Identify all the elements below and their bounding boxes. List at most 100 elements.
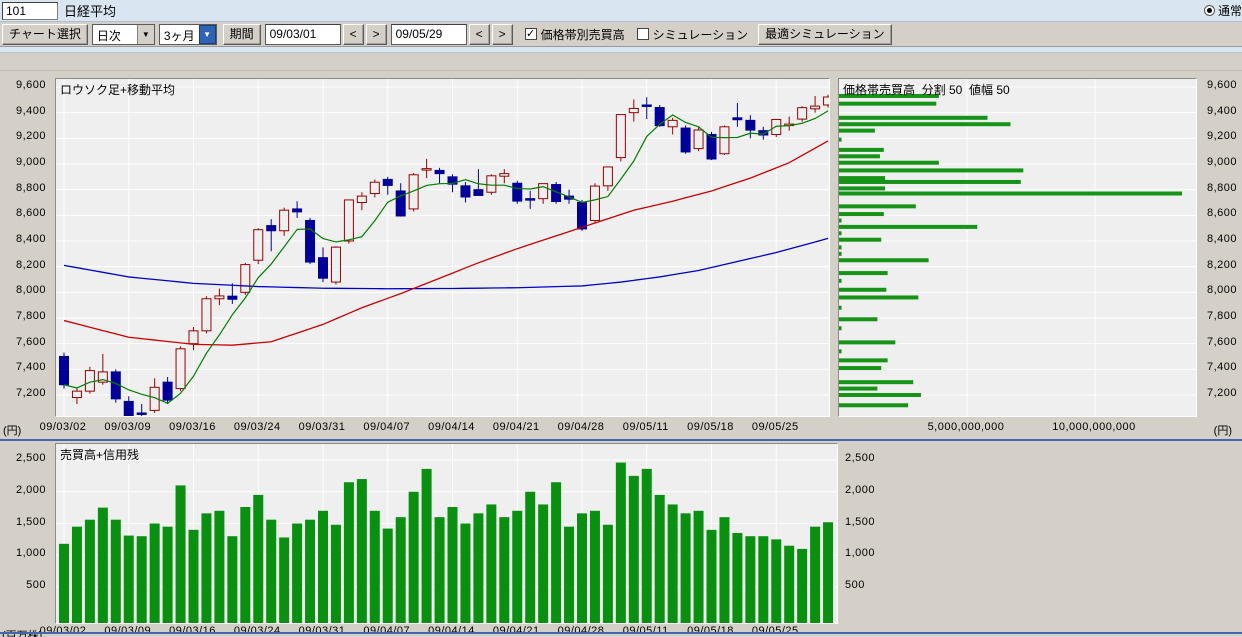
price-tick-label: 8,000 bbox=[1199, 284, 1237, 296]
date-from-input[interactable] bbox=[265, 24, 341, 45]
date-tick-label: 09/03/31 bbox=[290, 625, 354, 637]
price-tick-label: 8,200 bbox=[1199, 259, 1237, 271]
mode-radio-group[interactable]: 通常 bbox=[1204, 2, 1242, 19]
date-tick-label: 09/05/18 bbox=[679, 421, 743, 433]
price-tick-label: 8,800 bbox=[0, 182, 46, 194]
checkbox-checked-icon[interactable]: ✓ bbox=[525, 28, 537, 40]
stock-code-input[interactable] bbox=[2, 2, 58, 20]
date-tick-label: 09/03/24 bbox=[225, 625, 289, 637]
price-tick-label: 8,600 bbox=[0, 207, 46, 219]
chevron-down-icon[interactable]: ▼ bbox=[199, 25, 216, 44]
date-to-next-button[interactable]: > bbox=[492, 24, 513, 45]
volume-tick-label: 2,000 bbox=[845, 484, 891, 496]
date-from-prev-button[interactable]: < bbox=[343, 24, 364, 45]
date-tick-label: 09/04/21 bbox=[484, 625, 548, 637]
date-tick-label: 09/04/07 bbox=[355, 421, 419, 433]
simulation-checkbox-wrap[interactable]: シミュレーション bbox=[637, 26, 749, 43]
volume-tick-label: 1,500 bbox=[845, 516, 891, 528]
volume-canvas[interactable] bbox=[56, 444, 837, 623]
volume-tick-label: 2,500 bbox=[0, 452, 46, 464]
price-tick-label: 9,200 bbox=[0, 130, 46, 142]
date-tick-label: 09/03/16 bbox=[161, 625, 225, 637]
volume-tick-label: 1,000 bbox=[0, 547, 46, 559]
date-tick-label: 09/04/07 bbox=[355, 625, 419, 637]
price-tick-label: 9,600 bbox=[1199, 79, 1237, 91]
candlestick-chart-title: ロウソク足+移動平均 bbox=[60, 81, 175, 98]
date-tick-label: 09/05/18 bbox=[679, 625, 743, 637]
volume-by-price-canvas[interactable] bbox=[839, 79, 1196, 416]
volume-tick-label: 2,000 bbox=[0, 484, 46, 496]
charts-area: ロウソク足+移動平均 9,600 9,400 9,200 9,000 8,800 8,60… bbox=[0, 71, 1242, 636]
price-tick-label: 8,600 bbox=[1199, 207, 1237, 219]
price-unit-label-right: (円) bbox=[1196, 422, 1232, 438]
volume-by-price-title: 価格帯売買高 分割 50 値幅 50 bbox=[843, 81, 1010, 98]
value-tick-label: 10,000,000,000 bbox=[1039, 421, 1149, 433]
chevron-down-icon[interactable]: ▼ bbox=[137, 25, 154, 44]
price-tick-label: 7,200 bbox=[1199, 387, 1237, 399]
volume-by-price-checkbox-wrap[interactable]: ✓ 価格帯別売買高 bbox=[525, 26, 625, 43]
price-tick-label: 9,600 bbox=[0, 79, 46, 91]
volume-tick-label: 1,000 bbox=[845, 547, 891, 559]
frequency-combo[interactable]: 日次 ▼ bbox=[92, 24, 155, 45]
price-tick-label: 7,400 bbox=[0, 361, 46, 373]
date-tick-label: 09/03/09 bbox=[96, 421, 160, 433]
price-tick-label: 7,600 bbox=[1199, 336, 1237, 348]
date-tick-label: 09/03/31 bbox=[290, 421, 354, 433]
price-tick-label: 9,200 bbox=[1199, 130, 1237, 142]
simulation-checkbox-label: シミュレーション bbox=[653, 26, 749, 43]
date-tick-label: 09/04/14 bbox=[420, 625, 484, 637]
best-simulation-button[interactable]: 最適シミュレーション bbox=[758, 24, 892, 45]
price-tick-label: 8,800 bbox=[1199, 182, 1237, 194]
title-bar: 日経平均 通常 bbox=[0, 0, 1242, 22]
date-tick-label: 09/05/11 bbox=[614, 625, 678, 637]
bottom-frame-line bbox=[0, 632, 1242, 634]
date-tick-label: 09/03/24 bbox=[225, 421, 289, 433]
date-tick-label: 09/03/09 bbox=[96, 625, 160, 637]
price-unit-label-left: (円) bbox=[3, 422, 21, 438]
price-tick-label: 7,800 bbox=[0, 310, 46, 322]
horizontal-divider bbox=[0, 439, 1242, 441]
frequency-value: 日次 bbox=[93, 25, 137, 44]
date-tick-label: 09/03/02 bbox=[31, 421, 95, 433]
volume-tick-label: 2,500 bbox=[845, 452, 891, 464]
date-tick-label: 09/03/16 bbox=[161, 421, 225, 433]
span-value: 3ヶ月 bbox=[160, 25, 199, 44]
candlestick-chart[interactable]: ロウソク足+移動平均 bbox=[55, 78, 830, 417]
candlestick-canvas[interactable] bbox=[56, 79, 829, 416]
price-tick-label: 8,400 bbox=[0, 233, 46, 245]
volume-tick-label: 1,500 bbox=[0, 516, 46, 528]
date-from-next-button[interactable]: > bbox=[366, 24, 387, 45]
date-to-input[interactable] bbox=[391, 24, 467, 45]
price-tick-label: 7,400 bbox=[1199, 361, 1237, 373]
date-tick-label: 09/04/28 bbox=[549, 625, 613, 637]
price-tick-label: 9,400 bbox=[1199, 105, 1237, 117]
price-tick-label: 9,400 bbox=[0, 105, 46, 117]
date-tick-label: 09/05/25 bbox=[743, 625, 807, 637]
price-tick-label: 8,400 bbox=[1199, 233, 1237, 245]
price-tick-label: 9,000 bbox=[1199, 156, 1237, 168]
status-bar: 日次 09/03/02 - 09/05/29 日経平均 (101) 9,522 … bbox=[0, 53, 1242, 71]
date-tick-label: 09/04/21 bbox=[484, 421, 548, 433]
price-tick-label: 8,000 bbox=[0, 284, 46, 296]
volume-tick-label: 500 bbox=[845, 579, 891, 591]
stock-name-label: 日経平均 bbox=[64, 1, 116, 20]
volume-chart-title: 売買高+信用残 bbox=[60, 446, 139, 463]
chart-select-button[interactable]: チャート選択 bbox=[2, 24, 88, 45]
date-tick-label: 09/05/11 bbox=[614, 421, 678, 433]
volume-by-price-chart[interactable]: 価格帯売買高 分割 50 値幅 50 bbox=[838, 78, 1197, 417]
volume-tick-label: 500 bbox=[0, 579, 46, 591]
chart-toolbar: チャート選択 日次 ▼ 3ヶ月 ▼ 期間 < > < > ✓ 価格帯別売買高 シ… bbox=[0, 22, 1242, 47]
radio-selected-icon[interactable] bbox=[1204, 5, 1215, 16]
span-combo[interactable]: 3ヶ月 ▼ bbox=[159, 24, 217, 45]
price-tick-label: 9,000 bbox=[0, 156, 46, 168]
checkbox-unchecked-icon[interactable] bbox=[637, 28, 649, 40]
date-to-prev-button[interactable]: < bbox=[469, 24, 490, 45]
date-tick-label: 09/04/14 bbox=[420, 421, 484, 433]
date-tick-label: 09/05/25 bbox=[743, 421, 807, 433]
volume-by-price-checkbox-label: 価格帯別売買高 bbox=[541, 26, 625, 43]
period-label: 期間 bbox=[223, 24, 261, 45]
date-tick-label: 09/04/28 bbox=[549, 421, 613, 433]
volume-chart[interactable]: 売買高+信用残 bbox=[55, 443, 838, 624]
price-tick-label: 7,600 bbox=[0, 336, 46, 348]
mode-radio-label: 通常 bbox=[1218, 2, 1242, 19]
